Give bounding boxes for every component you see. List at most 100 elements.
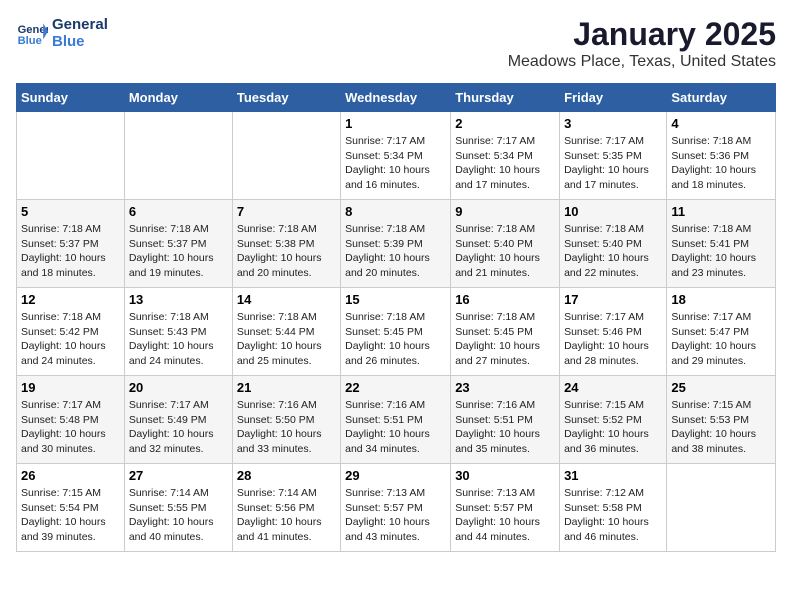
day-number: 24 bbox=[564, 380, 662, 395]
header-monday: Monday bbox=[124, 84, 232, 112]
day-cell: 25 Sunrise: 7:15 AM Sunset: 5:53 PM Dayli… bbox=[667, 376, 776, 464]
day-number: 22 bbox=[345, 380, 446, 395]
day-cell: 24 Sunrise: 7:15 AM Sunset: 5:52 PM Dayli… bbox=[560, 376, 667, 464]
day-number: 29 bbox=[345, 468, 446, 483]
day-number: 3 bbox=[564, 116, 662, 131]
day-cell: 7 Sunrise: 7:18 AM Sunset: 5:38 PM Daylig… bbox=[232, 200, 340, 288]
day-number: 19 bbox=[21, 380, 120, 395]
day-info: Sunrise: 7:14 AM Sunset: 5:56 PM Dayligh… bbox=[237, 486, 336, 545]
day-cell: 5 Sunrise: 7:18 AM Sunset: 5:37 PM Daylig… bbox=[17, 200, 125, 288]
day-cell: 12 Sunrise: 7:18 AM Sunset: 5:42 PM Dayli… bbox=[17, 288, 125, 376]
day-cell: 27 Sunrise: 7:14 AM Sunset: 5:55 PM Dayli… bbox=[124, 464, 232, 552]
svg-text:Blue: Blue bbox=[18, 35, 42, 47]
day-cell: 15Sunrise: 7:18 AM Sunset: 5:45 PM Dayli… bbox=[341, 288, 451, 376]
day-number: 9 bbox=[455, 204, 555, 219]
day-number: 21 bbox=[237, 380, 336, 395]
day-number: 30 bbox=[455, 468, 555, 483]
day-cell: 19 Sunrise: 7:17 AM Sunset: 5:48 PM Dayli… bbox=[17, 376, 125, 464]
day-cell: 8 Sunrise: 7:18 AM Sunset: 5:39 PM Daylig… bbox=[341, 200, 451, 288]
header-saturday: Saturday bbox=[667, 84, 776, 112]
day-info: Sunrise: 7:14 AM Sunset: 5:55 PM Dayligh… bbox=[129, 486, 228, 545]
day-info: Sunrise: 7:16 AM Sunset: 5:51 PM Dayligh… bbox=[455, 398, 555, 457]
calendar-subtitle: Meadows Place, Texas, United States bbox=[508, 53, 776, 71]
day-cell: 3 Sunrise: 7:17 AM Sunset: 5:35 PM Daylig… bbox=[560, 112, 667, 200]
day-info: Sunrise: 7:18 AM Sunset: 5:45 PM Dayligh… bbox=[345, 310, 446, 369]
header-friday: Friday bbox=[560, 84, 667, 112]
day-info: Sunrise: 7:12 AM Sunset: 5:58 PM Dayligh… bbox=[564, 486, 662, 545]
week-row-1: 1 Sunrise: 7:17 AM Sunset: 5:34 PM Daylig… bbox=[17, 112, 776, 200]
day-info: Sunrise: 7:17 AM Sunset: 5:49 PM Dayligh… bbox=[129, 398, 228, 457]
day-number: 17 bbox=[564, 292, 662, 307]
week-row-5: 26Sunrise: 7:15 AM Sunset: 5:54 PM Dayli… bbox=[17, 464, 776, 552]
day-cell: 26Sunrise: 7:15 AM Sunset: 5:54 PM Dayli… bbox=[17, 464, 125, 552]
day-number: 27 bbox=[129, 468, 228, 483]
day-number: 8 bbox=[345, 204, 446, 219]
day-cell: 28 Sunrise: 7:14 AM Sunset: 5:56 PM Dayli… bbox=[232, 464, 340, 552]
day-number: 14 bbox=[237, 292, 336, 307]
day-number: 18 bbox=[671, 292, 771, 307]
day-cell: 10 Sunrise: 7:18 AM Sunset: 5:40 PM Dayli… bbox=[560, 200, 667, 288]
day-info: Sunrise: 7:18 AM Sunset: 5:43 PM Dayligh… bbox=[129, 310, 228, 369]
header-wednesday: Wednesday bbox=[341, 84, 451, 112]
day-info: Sunrise: 7:13 AM Sunset: 5:57 PM Dayligh… bbox=[455, 486, 555, 545]
day-info: Sunrise: 7:18 AM Sunset: 5:36 PM Dayligh… bbox=[671, 134, 771, 193]
title-block: January 2025 Meadows Place, Texas, Unite… bbox=[508, 16, 776, 71]
day-info: Sunrise: 7:18 AM Sunset: 5:41 PM Dayligh… bbox=[671, 222, 771, 281]
day-info: Sunrise: 7:17 AM Sunset: 5:48 PM Dayligh… bbox=[21, 398, 120, 457]
header-tuesday: Tuesday bbox=[232, 84, 340, 112]
day-info: Sunrise: 7:16 AM Sunset: 5:50 PM Dayligh… bbox=[237, 398, 336, 457]
day-info: Sunrise: 7:18 AM Sunset: 5:44 PM Dayligh… bbox=[237, 310, 336, 369]
day-cell: 2Sunrise: 7:17 AM Sunset: 5:34 PM Daylig… bbox=[451, 112, 560, 200]
day-cell: 21 Sunrise: 7:16 AM Sunset: 5:50 PM Dayli… bbox=[232, 376, 340, 464]
day-info: Sunrise: 7:18 AM Sunset: 5:42 PM Dayligh… bbox=[21, 310, 120, 369]
day-number: 31 bbox=[564, 468, 662, 483]
day-number: 1 bbox=[345, 116, 446, 131]
day-cell: 22 Sunrise: 7:16 AM Sunset: 5:51 PM Dayli… bbox=[341, 376, 451, 464]
day-info: Sunrise: 7:18 AM Sunset: 5:40 PM Dayligh… bbox=[455, 222, 555, 281]
day-info: Sunrise: 7:17 AM Sunset: 5:35 PM Dayligh… bbox=[564, 134, 662, 193]
day-number: 10 bbox=[564, 204, 662, 219]
day-number: 11 bbox=[671, 204, 771, 219]
week-row-3: 12 Sunrise: 7:18 AM Sunset: 5:42 PM Dayli… bbox=[17, 288, 776, 376]
day-number: 7 bbox=[237, 204, 336, 219]
day-cell: 20 Sunrise: 7:17 AM Sunset: 5:49 PM Dayli… bbox=[124, 376, 232, 464]
day-cell: 23 Sunrise: 7:16 AM Sunset: 5:51 PM Dayli… bbox=[451, 376, 560, 464]
day-info: Sunrise: 7:16 AM Sunset: 5:51 PM Dayligh… bbox=[345, 398, 446, 457]
day-info: Sunrise: 7:15 AM Sunset: 5:52 PM Dayligh… bbox=[564, 398, 662, 457]
day-info: Sunrise: 7:15 AM Sunset: 5:53 PM Dayligh… bbox=[671, 398, 771, 457]
day-info: Sunrise: 7:18 AM Sunset: 5:38 PM Dayligh… bbox=[237, 222, 336, 281]
header-thursday: Thursday bbox=[451, 84, 560, 112]
day-number: 4 bbox=[671, 116, 771, 131]
day-info: Sunrise: 7:18 AM Sunset: 5:45 PM Dayligh… bbox=[455, 310, 555, 369]
day-number: 16 bbox=[455, 292, 555, 307]
day-cell: 4 Sunrise: 7:18 AM Sunset: 5:36 PM Daylig… bbox=[667, 112, 776, 200]
logo: General Blue General Blue bbox=[16, 16, 108, 50]
day-cell: 13 Sunrise: 7:18 AM Sunset: 5:43 PM Dayli… bbox=[124, 288, 232, 376]
day-number: 23 bbox=[455, 380, 555, 395]
week-row-2: 5 Sunrise: 7:18 AM Sunset: 5:37 PM Daylig… bbox=[17, 200, 776, 288]
day-number: 25 bbox=[671, 380, 771, 395]
page-header: General Blue General Blue January 2025 M… bbox=[16, 16, 776, 71]
logo-line1: General bbox=[52, 16, 108, 33]
day-info: Sunrise: 7:18 AM Sunset: 5:37 PM Dayligh… bbox=[129, 222, 228, 281]
week-row-4: 19 Sunrise: 7:17 AM Sunset: 5:48 PM Dayli… bbox=[17, 376, 776, 464]
day-cell bbox=[124, 112, 232, 200]
day-number: 13 bbox=[129, 292, 228, 307]
day-cell: 17 Sunrise: 7:17 AM Sunset: 5:46 PM Dayli… bbox=[560, 288, 667, 376]
day-info: Sunrise: 7:17 AM Sunset: 5:47 PM Dayligh… bbox=[671, 310, 771, 369]
calendar-title: January 2025 bbox=[508, 16, 776, 53]
day-number: 28 bbox=[237, 468, 336, 483]
day-number: 26 bbox=[21, 468, 120, 483]
day-cell: 31 Sunrise: 7:12 AM Sunset: 5:58 PM Dayli… bbox=[560, 464, 667, 552]
day-number: 12 bbox=[21, 292, 120, 307]
day-number: 5 bbox=[21, 204, 120, 219]
day-cell: 18 Sunrise: 7:17 AM Sunset: 5:47 PM Dayli… bbox=[667, 288, 776, 376]
day-number: 20 bbox=[129, 380, 228, 395]
day-info: Sunrise: 7:17 AM Sunset: 5:34 PM Dayligh… bbox=[455, 134, 555, 193]
day-info: Sunrise: 7:13 AM Sunset: 5:57 PM Dayligh… bbox=[345, 486, 446, 545]
day-info: Sunrise: 7:18 AM Sunset: 5:40 PM Dayligh… bbox=[564, 222, 662, 281]
day-info: Sunrise: 7:18 AM Sunset: 5:39 PM Dayligh… bbox=[345, 222, 446, 281]
day-info: Sunrise: 7:17 AM Sunset: 5:46 PM Dayligh… bbox=[564, 310, 662, 369]
day-info: Sunrise: 7:17 AM Sunset: 5:34 PM Dayligh… bbox=[345, 134, 446, 193]
day-info: Sunrise: 7:18 AM Sunset: 5:37 PM Dayligh… bbox=[21, 222, 120, 281]
